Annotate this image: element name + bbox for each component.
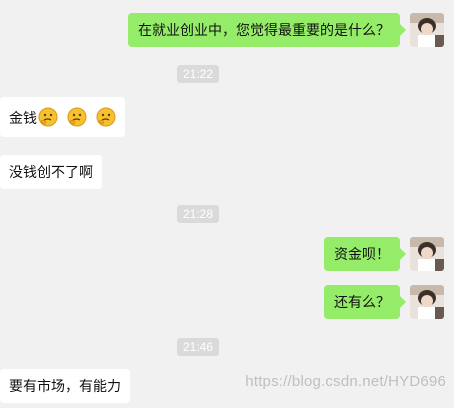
watermark: https://blog.csdn.net/HYD696 <box>245 373 446 390</box>
message-text: 要有市场，有能力 <box>9 378 121 394</box>
thinking-face-icon <box>67 107 87 127</box>
avatar[interactable] <box>410 237 444 271</box>
message-bubble-sent[interactable]: 资金呗！ <box>324 237 406 271</box>
message-bubble-sent[interactable]: 还有么？ <box>324 285 406 319</box>
message-bubble-received[interactable]: 要有市场，有能力 <box>0 369 130 403</box>
timestamp: 21:28 <box>176 205 220 223</box>
avatar[interactable] <box>410 285 444 319</box>
message-text: 没钱创不了啊 <box>9 164 93 180</box>
message-text: 资金呗！ <box>334 246 390 262</box>
message-bubble-sent[interactable]: 在就业创业中，您觉得最重要的是什么？ <box>128 13 406 47</box>
message-bubble-received[interactable]: 金钱 <box>0 97 125 137</box>
message-text: 还有么？ <box>334 294 390 310</box>
avatar[interactable] <box>410 13 444 47</box>
message-text: 在就业创业中，您觉得最重要的是什么？ <box>138 22 390 38</box>
message-text: 金钱 <box>9 110 37 126</box>
timestamp: 21:22 <box>176 65 220 83</box>
message-bubble-received[interactable]: 没钱创不了啊 <box>0 155 102 189</box>
timestamp: 21:46 <box>176 338 220 356</box>
thinking-face-icon <box>96 107 116 127</box>
thinking-face-icon <box>38 107 58 127</box>
chat-window: 在就业创业中，您觉得最重要的是什么？ 21:22 金钱 没钱创不了啊 21:28… <box>0 0 454 408</box>
